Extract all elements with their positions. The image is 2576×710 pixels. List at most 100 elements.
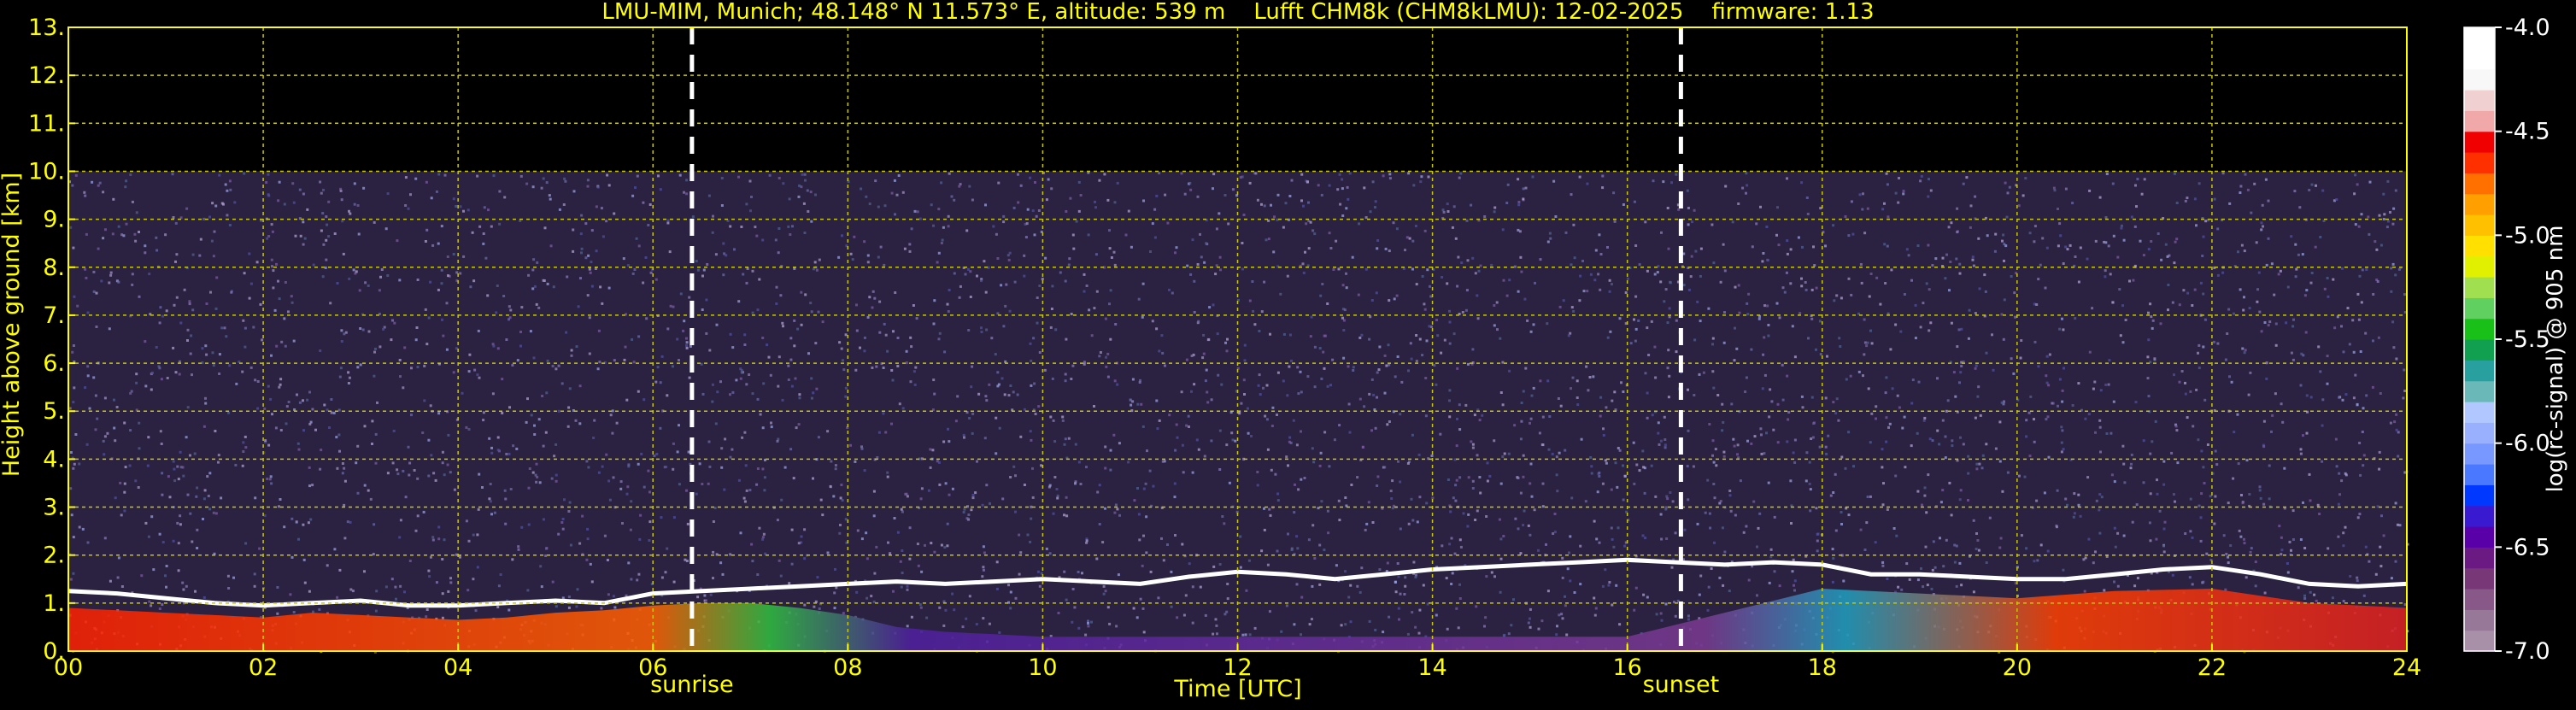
noise-speck	[597, 471, 601, 474]
noise-speck	[1127, 209, 1130, 213]
noise-speck	[1797, 236, 1800, 239]
noise-speck	[1659, 513, 1663, 516]
noise-speck	[428, 575, 431, 578]
noise-speck	[85, 232, 88, 236]
noise-speck	[243, 272, 246, 275]
noise-speck	[1448, 399, 1451, 402]
noise-speck	[1952, 371, 1956, 374]
noise-speck	[2358, 442, 2362, 444]
noise-speck	[575, 605, 578, 608]
noise-speck	[205, 302, 208, 305]
x-axis-label: Time [UTC]	[1173, 676, 1301, 702]
noise-speck	[398, 359, 402, 361]
noise-speck	[1418, 608, 1422, 612]
noise-speck	[472, 279, 476, 283]
noise-speck	[2291, 358, 2295, 361]
noise-speck	[755, 483, 759, 486]
noise-speck	[2361, 431, 2364, 433]
noise-speck	[217, 461, 220, 464]
noise-speck	[768, 173, 772, 177]
noise-speck	[69, 578, 73, 581]
noise-speck	[1197, 448, 1200, 451]
noise-speck	[2283, 466, 2286, 470]
noise-speck	[2354, 373, 2357, 377]
noise-speck	[1376, 247, 1379, 250]
noise-speck	[948, 493, 951, 496]
noise-speck	[373, 523, 376, 526]
noise-speck	[910, 615, 913, 619]
noise-speck	[1196, 263, 1200, 266]
noise-speck	[2263, 591, 2267, 595]
noise-speck	[1923, 416, 1927, 420]
noise-speck	[1139, 378, 1141, 382]
noise-speck	[1750, 348, 1753, 351]
noise-speck	[1921, 503, 1923, 507]
noise-speck	[1212, 303, 1215, 307]
noise-speck	[1104, 317, 1107, 320]
noise-speck	[1115, 625, 1118, 628]
noise-speck	[1338, 519, 1341, 522]
noise-speck	[1789, 282, 1793, 285]
noise-speck	[946, 302, 949, 306]
noise-speck	[1320, 500, 1323, 503]
noise-speck	[2326, 355, 2329, 358]
noise-speck	[835, 586, 838, 590]
noise-speck	[1226, 597, 1229, 601]
noise-speck	[296, 393, 298, 396]
noise-speck	[1019, 551, 1023, 555]
noise-speck	[777, 227, 781, 230]
noise-speck	[1452, 332, 1456, 336]
noise-speck	[321, 275, 325, 279]
noise-speck	[581, 514, 584, 518]
noise-speck	[1276, 499, 1280, 502]
noise-speck	[1546, 240, 1550, 244]
noise-speck	[1573, 591, 1576, 594]
noise-speck	[1000, 377, 1004, 380]
noise-speck	[2146, 377, 2150, 380]
noise-speck	[1026, 533, 1030, 537]
noise-speck	[1637, 319, 1640, 322]
noise-speck	[2260, 221, 2263, 225]
noise-speck	[1564, 449, 1567, 452]
noise-speck	[722, 242, 725, 245]
noise-speck	[849, 443, 852, 447]
noise-speck	[1745, 172, 1748, 175]
noise-speck	[432, 472, 436, 475]
noise-speck	[351, 590, 355, 593]
noise-speck	[2258, 489, 2262, 492]
noise-speck	[1347, 402, 1351, 406]
noise-speck	[447, 274, 449, 278]
noise-speck	[390, 578, 394, 581]
noise-speck	[630, 500, 633, 503]
noise-speck	[648, 539, 651, 542]
noise-speck	[1712, 386, 1716, 390]
noise-speck	[214, 512, 218, 515]
noise-speck	[1971, 255, 1975, 259]
noise-speck	[1840, 455, 1844, 459]
colorbar-segment	[2464, 318, 2495, 340]
noise-speck	[1352, 366, 1355, 369]
noise-speck	[319, 467, 322, 471]
noise-speck	[1338, 424, 1341, 427]
noise-speck	[2368, 180, 2372, 184]
noise-speck	[965, 229, 969, 232]
noise-speck	[172, 346, 175, 349]
noise-speck	[1903, 415, 1906, 419]
noise-speck	[742, 273, 745, 276]
noise-speck	[627, 561, 631, 565]
noise-speck	[754, 226, 757, 229]
noise-speck	[1404, 576, 1407, 579]
noise-speck	[1988, 516, 1992, 519]
noise-speck	[634, 186, 637, 190]
noise-speck	[1448, 415, 1452, 419]
noise-speck	[1942, 565, 1945, 568]
noise-speck	[204, 402, 208, 405]
noise-speck	[525, 182, 529, 185]
noise-speck	[2285, 321, 2288, 325]
noise-speck	[161, 493, 164, 496]
noise-speck	[543, 226, 547, 230]
noise-speck	[2344, 473, 2348, 477]
noise-speck	[394, 585, 397, 589]
noise-speck	[1033, 233, 1036, 237]
noise-speck	[1458, 176, 1461, 179]
